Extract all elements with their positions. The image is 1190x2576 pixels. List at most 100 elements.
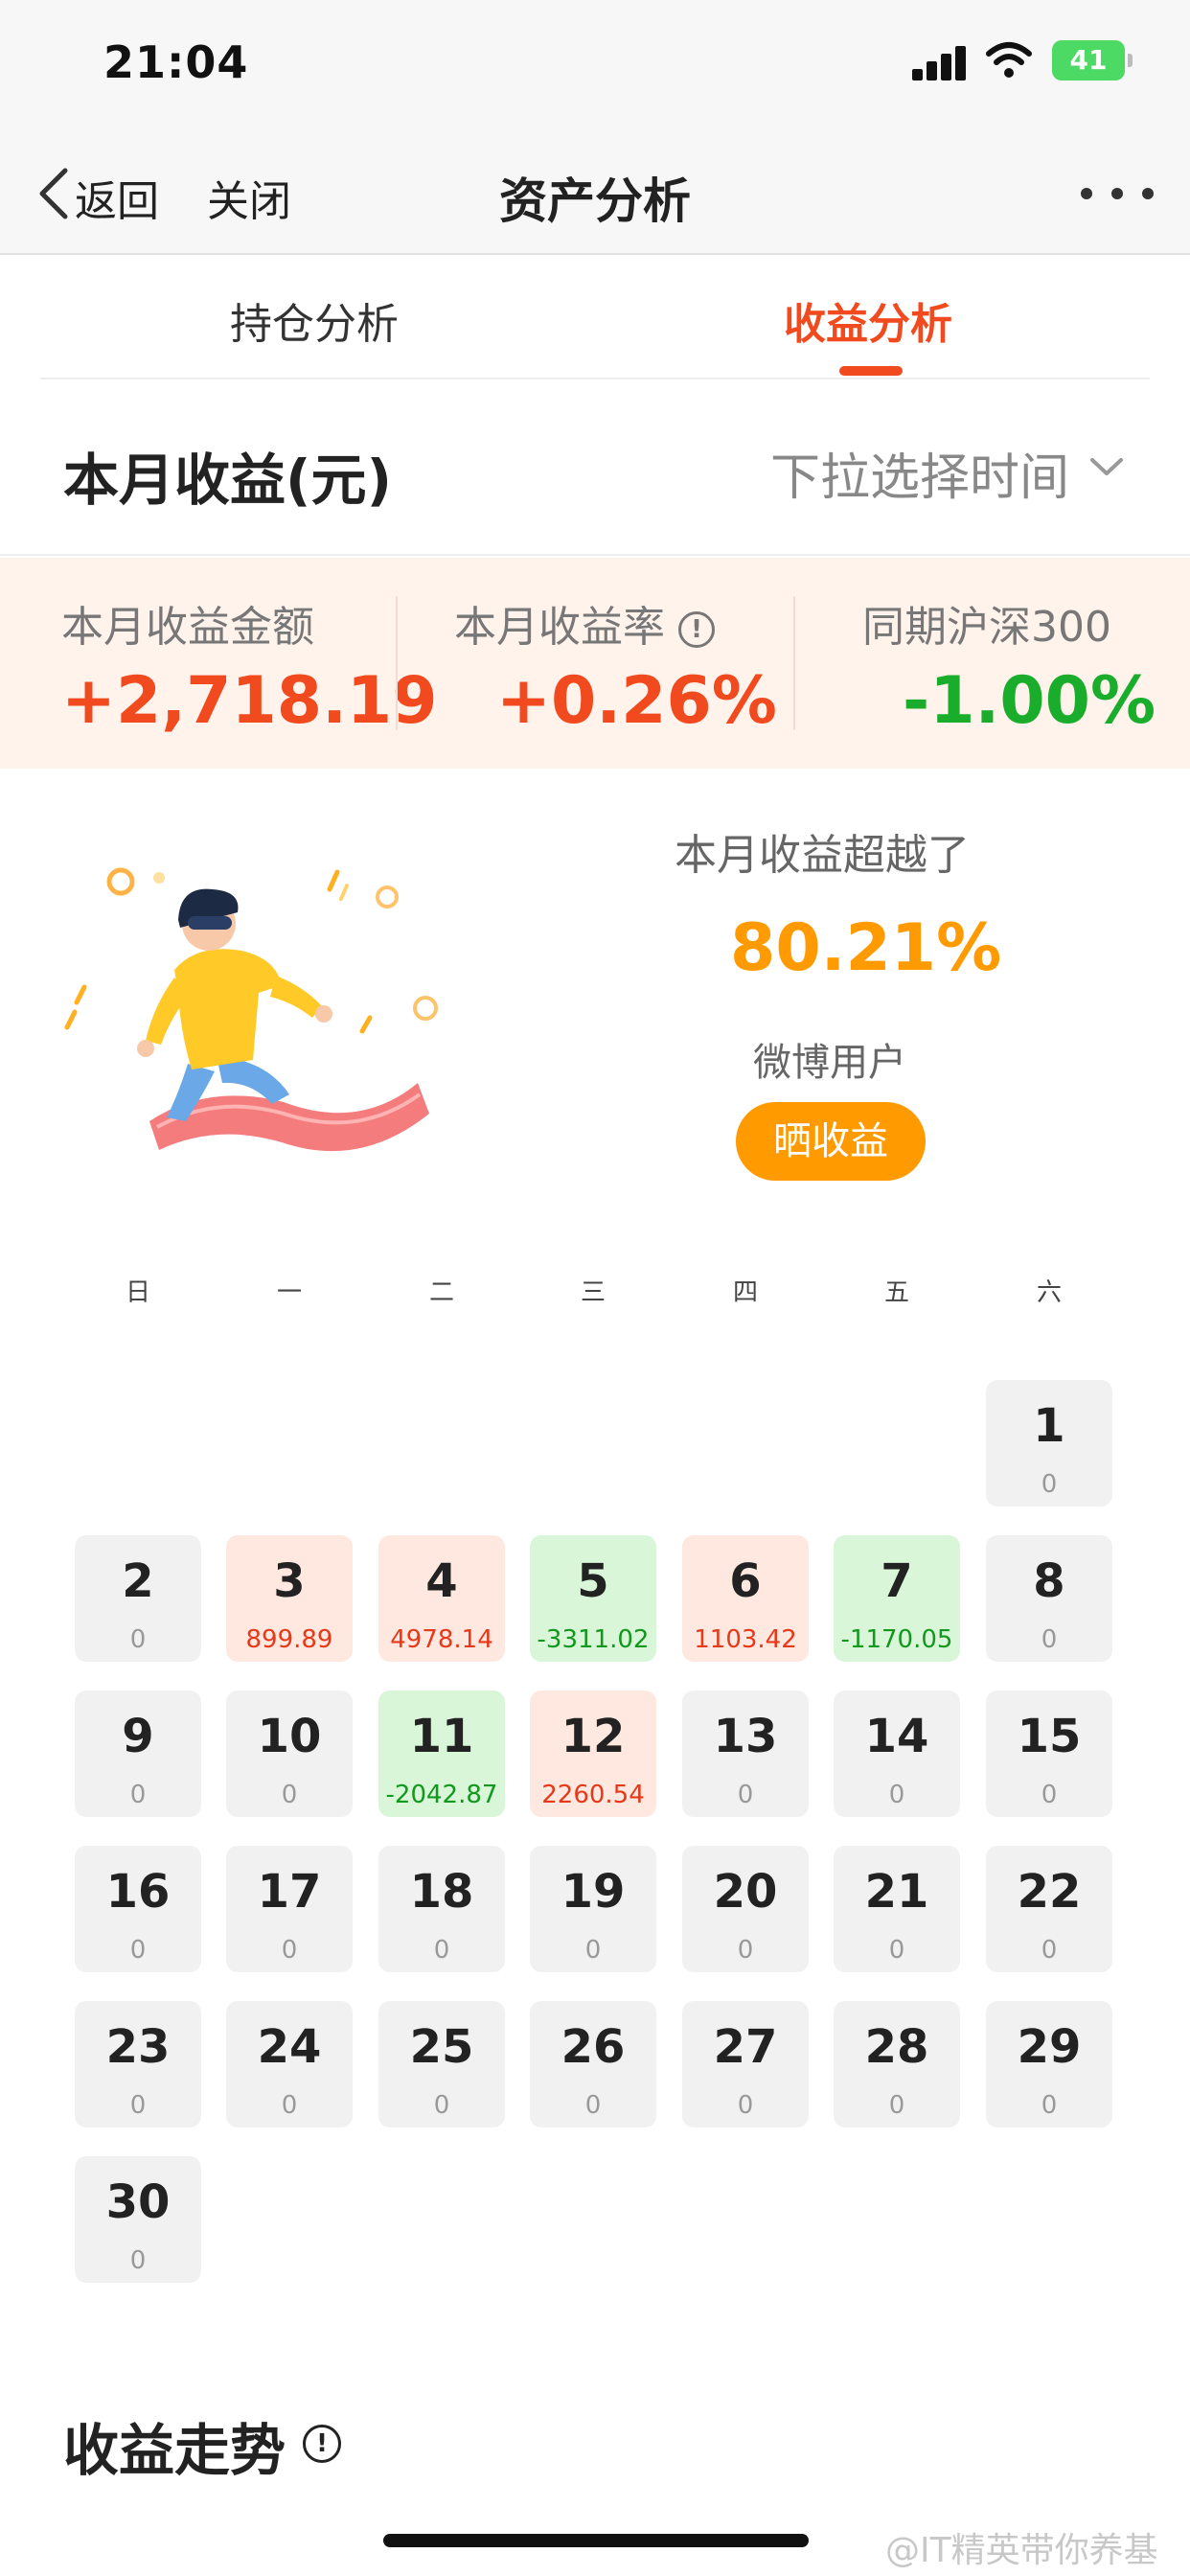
battery-icon: 41	[1052, 40, 1133, 80]
calendar-day[interactable]: 20 0	[682, 1846, 809, 1972]
stat-value: -1.00%	[903, 663, 1156, 739]
calendar-day[interactable]: 30 0	[75, 2156, 201, 2283]
calendar-day-number: 25	[409, 2020, 474, 2074]
calendar-day-number: 9	[122, 1710, 154, 1763]
calendar-day[interactable]: 4 4978.14	[378, 1535, 505, 1662]
calendar-day-amount: 0	[584, 1936, 602, 1965]
divider	[793, 596, 795, 730]
calendar-day-amount: 0	[281, 2091, 298, 2120]
calendar-day[interactable]: 10	[986, 1380, 1112, 1506]
calendar-day-amount: 0	[584, 2091, 602, 2120]
stat-label: 本月收益率!	[454, 592, 851, 654]
calendar-day[interactable]: 20	[75, 1535, 201, 1662]
calendar-day-number: 17	[257, 1865, 322, 1919]
calendar-day[interactable]: 21 0	[834, 1846, 960, 1972]
back-icon[interactable]	[34, 165, 73, 222]
calendar-day-amount: 0	[129, 1936, 147, 1965]
stat-value: +2,718.19	[61, 663, 438, 739]
calendar-day[interactable]: 26 0	[530, 2001, 656, 2128]
calendar-day[interactable]: 3 899.89	[226, 1535, 353, 1662]
calendar-day-amount: 0	[1041, 1625, 1058, 1654]
watermark: @IT精英带你养基	[885, 2531, 1158, 2570]
calendar-day[interactable]: 80	[986, 1535, 1112, 1662]
stat-month-income-rate: 本月收益率! +0.26%	[454, 592, 851, 739]
time-select-dropdown[interactable]: 下拉选择时间	[770, 437, 1069, 509]
calendar-day[interactable]: 17 0	[226, 1846, 353, 1972]
stat-month-income-amount: 本月收益金额 +2,718.19	[61, 592, 458, 739]
income-summary: 本月收益金额 +2,718.19 本月收益率! +0.26% 同期沪深300 -…	[0, 558, 1190, 769]
info-icon[interactable]: !	[303, 2425, 341, 2463]
calendar-day[interactable]: 23 0	[75, 2001, 201, 2128]
info-icon[interactable]: !	[678, 611, 715, 648]
beat-users-label: 微博用户	[753, 1041, 906, 1085]
calendar-day-number: 18	[409, 1865, 474, 1919]
calendar-day[interactable]: 14 0	[834, 1690, 960, 1817]
signal-icon	[912, 44, 968, 80]
calendar-day[interactable]: 19 0	[530, 1846, 656, 1972]
calendar-day[interactable]: 11 -2042.87	[378, 1690, 505, 1817]
calendar-day-amount: 0	[433, 1936, 450, 1965]
calendar-day[interactable]: 25 0	[378, 2001, 505, 2128]
calendar-day-amount: 2260.54	[541, 1781, 645, 1809]
calendar-day-amount: 0	[129, 2246, 147, 2275]
calendar-day[interactable]: 10 0	[226, 1690, 353, 1817]
close-button[interactable]: 关闭	[207, 167, 291, 228]
calendar-day[interactable]: 7 -1170.05	[834, 1535, 960, 1662]
calendar-day-amount: 0	[281, 1781, 298, 1809]
calendar-day-number: 27	[713, 2020, 778, 2074]
tab-active-indicator	[839, 366, 903, 376]
weekday-mon: 一	[276, 1278, 302, 1307]
calendar-day-number: 19	[561, 1865, 626, 1919]
calendar-day[interactable]: 22 0	[986, 1846, 1112, 1972]
calendar-day[interactable]: 27 0	[682, 2001, 809, 2128]
calendar-day-amount: 0	[129, 1625, 147, 1654]
stat-csi300: 同期沪深300 -1.00%	[862, 592, 1190, 739]
calendar-day[interactable]: 16 0	[75, 1846, 201, 1972]
calendar-day[interactable]: 24 0	[226, 2001, 353, 2128]
calendar-day[interactable]: 15 0	[986, 1690, 1112, 1817]
calendar-day-amount: 0	[1041, 1470, 1058, 1499]
calendar-day-number: 16	[105, 1865, 171, 1919]
calendar-day-number: 24	[257, 2020, 322, 2074]
calendar-day[interactable]: 28 0	[834, 2001, 960, 2128]
month-header: 本月收益(元) 下拉选择时间	[0, 381, 1190, 556]
calendar-day-amount: -1170.05	[840, 1625, 953, 1654]
wifi-icon	[986, 42, 1032, 78]
calendar-day-number: 22	[1017, 1865, 1082, 1919]
tab-income-analysis[interactable]: 收益分析	[784, 289, 952, 351]
calendar-day-amount: 0	[129, 2091, 147, 2120]
calendar-day-amount: 0	[433, 2091, 450, 2120]
weekday-fri: 五	[883, 1278, 909, 1307]
calendar-day[interactable]: 90	[75, 1690, 201, 1817]
chevron-down-icon[interactable]	[1088, 452, 1125, 481]
calendar-day-number: 5	[577, 1554, 609, 1608]
calendar-day[interactable]: 12 2260.54	[530, 1690, 656, 1817]
calendar-day-number: 12	[561, 1710, 626, 1763]
calendar-day[interactable]: 29 0	[986, 2001, 1112, 2128]
tab-holdings-analysis[interactable]: 持仓分析	[230, 289, 399, 351]
calendar-day[interactable]: 18 0	[378, 1846, 505, 1972]
calendar-day-amount: 0	[888, 2091, 905, 2120]
share-income-button[interactable]: 晒收益	[736, 1102, 926, 1181]
calendar-day-amount: 0	[737, 1781, 754, 1809]
calendar-day-number: 3	[273, 1554, 306, 1608]
calendar-day-number: 10	[257, 1710, 322, 1763]
calendar-day-amount: 899.89	[245, 1625, 333, 1654]
calendar-day-number: 20	[713, 1865, 778, 1919]
page-title: 资产分析	[499, 173, 691, 229]
stat-label: 同期沪深300	[862, 603, 1111, 652]
stat-label-text: 本月收益率	[454, 603, 665, 652]
calendar-day-number: 28	[864, 2020, 929, 2074]
calendar-day[interactable]: 6 1103.42	[682, 1535, 809, 1662]
calendar-day[interactable]: 5 -3311.02	[530, 1535, 656, 1662]
back-button[interactable]: 返回	[75, 167, 159, 228]
calendar-day-number: 26	[561, 2020, 626, 2074]
calendar-day-amount: 0	[737, 1936, 754, 1965]
divider	[396, 596, 398, 730]
calendar-day[interactable]: 13 0	[682, 1690, 809, 1817]
home-indicator	[383, 2534, 809, 2547]
calendar-day-number: 2	[122, 1554, 154, 1608]
calendar-day-amount: 0	[737, 2091, 754, 2120]
weekday-thu: 四	[732, 1278, 758, 1307]
more-icon[interactable]	[1081, 184, 1154, 203]
